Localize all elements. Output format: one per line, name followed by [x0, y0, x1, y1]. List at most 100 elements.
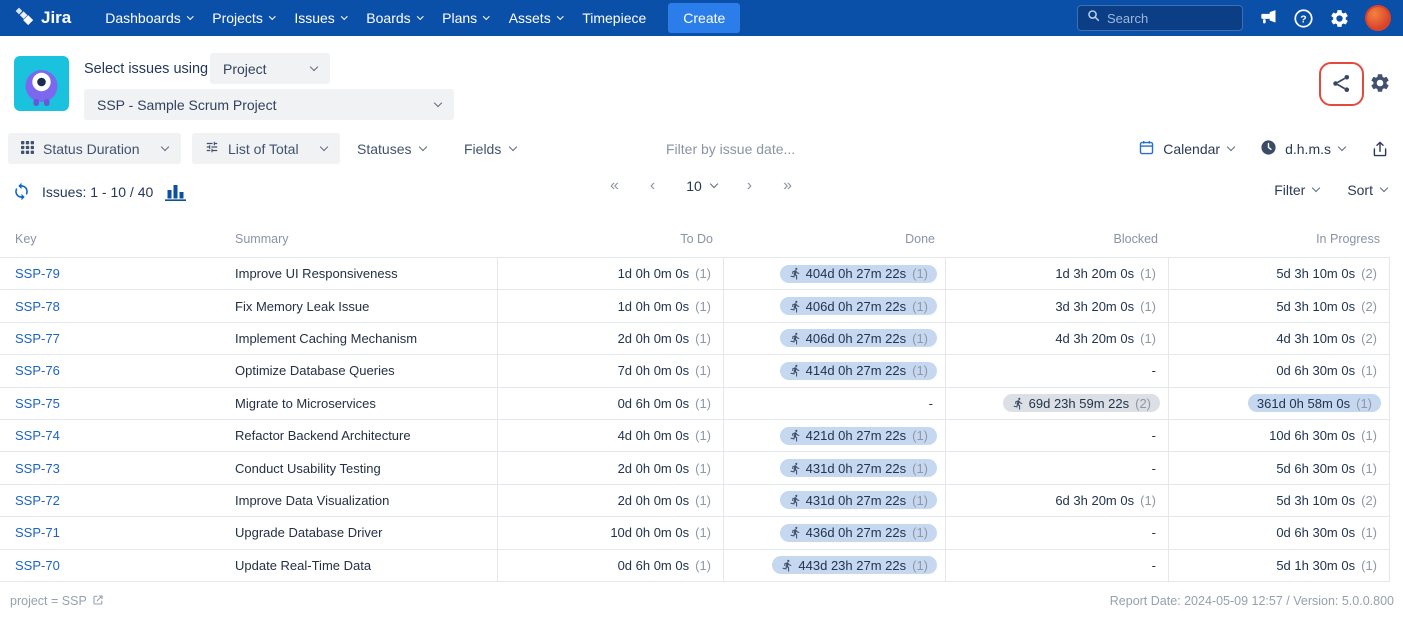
next-page-button[interactable]: › — [747, 177, 753, 195]
gear-icon[interactable] — [1329, 8, 1350, 29]
duration-pill[interactable]: 421d 0h 27m 22s (1) — [780, 427, 937, 445]
fields-select[interactable]: Fields — [464, 133, 516, 164]
search-input[interactable] — [1107, 11, 1233, 26]
duration-pill[interactable]: 404d 0h 27m 22s (1) — [780, 265, 937, 283]
issue-key-link[interactable]: SSP-70 — [15, 558, 60, 573]
duration-pill[interactable]: 69d 23h 59m 22s (2) — [1003, 394, 1160, 412]
share-icon[interactable] — [1330, 72, 1353, 100]
duration-pill: 10d 0h 0m 0s (1) — [606, 524, 715, 542]
nav-item-projects[interactable]: Projects — [212, 10, 274, 26]
jira-logo[interactable]: Jira — [14, 6, 71, 31]
issue-key-link[interactable]: SSP-76 — [15, 363, 60, 378]
nav-item-issues[interactable]: Issues — [294, 10, 346, 26]
duration-pill[interactable]: 361d 0h 58m 0s (1) — [1248, 394, 1381, 412]
duration-text: 443d 23h 27m 22s — [798, 558, 906, 573]
nav-item-boards[interactable]: Boards — [366, 10, 422, 26]
calendar-select[interactable]: Calendar — [1138, 139, 1234, 159]
global-search[interactable] — [1077, 5, 1243, 31]
duration-text: 69d 23h 59m 22s — [1029, 396, 1129, 411]
issue-key-link[interactable]: SSP-78 — [15, 299, 60, 314]
external-link-icon[interactable] — [92, 594, 104, 609]
report-info: Report Date: 2024-05-09 12:57 / Version:… — [1110, 594, 1394, 608]
duration-cell: 361d 0h 58m 0s (1) — [1168, 388, 1390, 419]
duration-pill: 4d 3h 10m 0s (2) — [1272, 329, 1381, 347]
duration-pill: 2d 0h 0m 0s (1) — [614, 491, 715, 509]
duration-count: (1) — [695, 461, 711, 476]
duration-pill[interactable]: 406d 0h 27m 22s (1) — [780, 297, 937, 315]
filter-menu[interactable]: Filter — [1274, 182, 1319, 198]
first-page-button[interactable]: « — [610, 177, 620, 195]
duration-pill: - — [1148, 524, 1160, 542]
sort-menu[interactable]: Sort — [1347, 182, 1387, 198]
duration-text: 421d 0h 27m 22s — [806, 428, 906, 443]
chevron-down-icon — [509, 142, 517, 150]
announcements-megaphone-icon[interactable] — [1258, 8, 1278, 28]
duration-count: (1) — [1356, 396, 1372, 411]
duration-pill[interactable]: 431d 0h 27m 22s (1) — [780, 491, 937, 509]
help-icon[interactable]: ? — [1293, 8, 1314, 29]
nav-item-plans[interactable]: Plans — [442, 10, 489, 26]
issue-key-link[interactable]: SSP-77 — [15, 331, 60, 346]
prev-page-button[interactable]: ‹ — [650, 177, 656, 195]
duration-cell: - — [945, 355, 1168, 386]
duration-cell: 414d 0h 27m 22s (1) — [723, 355, 945, 386]
issue-key-link[interactable]: SSP-71 — [15, 525, 60, 540]
duration-cell: 5d 6h 30m 0s (1) — [1168, 452, 1390, 483]
last-page-button[interactable]: » — [783, 177, 793, 195]
issue-key-link[interactable]: SSP-73 — [15, 461, 60, 476]
statuses-select[interactable]: Statuses — [357, 133, 426, 164]
duration-pill: 7d 0h 0m 0s (1) — [614, 362, 715, 380]
duration-cell: 1d 0h 0m 0s (1) — [497, 258, 723, 289]
duration-pill[interactable]: 443d 23h 27m 22s (1) — [772, 556, 937, 574]
page-size-select[interactable]: 10 — [686, 178, 717, 194]
duration-text: 4d 0h 0m 0s — [618, 428, 690, 443]
duration-pill[interactable]: 431d 0h 27m 22s (1) — [780, 459, 937, 477]
user-avatar[interactable] — [1365, 5, 1391, 31]
duration-count: (1) — [695, 363, 711, 378]
duration-pill: 0d 6h 30m 0s (1) — [1272, 524, 1381, 542]
issue-summary: Implement Caching Mechanism — [230, 331, 497, 346]
runner-icon — [789, 429, 802, 442]
export-icon[interactable] — [1371, 140, 1389, 158]
duration-pill: 5d 3h 10m 0s (2) — [1272, 491, 1381, 509]
runner-icon — [789, 267, 802, 280]
issue-source-select[interactable]: Project — [210, 53, 330, 84]
nav-item-dashboards[interactable]: Dashboards — [105, 10, 192, 26]
nav-item-timepiece[interactable]: Timepiece — [582, 10, 646, 26]
table-row: SSP-78 Fix Memory Leak Issue 1d 0h 0m 0s… — [0, 290, 1390, 322]
duration-count: (1) — [1140, 266, 1156, 281]
duration-text: 5d 3h 10m 0s — [1276, 266, 1355, 281]
issue-summary: Conduct Usability Testing — [230, 461, 497, 476]
report-type-select[interactable]: Status Duration — [8, 133, 181, 164]
nav-item-assets[interactable]: Assets — [509, 10, 563, 26]
issue-date-filter-input[interactable]: Filter by issue date... — [666, 141, 795, 157]
duration-pill[interactable]: 436d 0h 27m 22s (1) — [780, 524, 937, 542]
duration-cell: - — [945, 517, 1168, 548]
duration-cell: 0d 6h 30m 0s (1) — [1168, 355, 1390, 386]
duration-text: 0d 6h 0m 0s — [618, 558, 690, 573]
duration-text: - — [1152, 461, 1156, 476]
report-settings-gear-icon[interactable] — [1369, 72, 1391, 94]
table-row: SSP-70 Update Real-Time Data 0d 6h 0m 0s… — [0, 550, 1390, 582]
issue-summary: Optimize Database Queries — [230, 363, 497, 378]
time-format-select[interactable]: d.h.m.s — [1260, 139, 1345, 159]
duration-cell: 406d 0h 27m 22s (1) — [723, 323, 945, 354]
issue-key-link[interactable]: SSP-72 — [15, 493, 60, 508]
create-button[interactable]: Create — [668, 3, 740, 33]
brand-label: Jira — [41, 8, 71, 28]
duration-text: 1d 3h 20m 0s — [1055, 266, 1134, 281]
duration-pill[interactable]: 414d 0h 27m 22s (1) — [780, 362, 937, 380]
project-select[interactable]: SSP - Sample Scrum Project — [84, 89, 454, 120]
duration-count: (2) — [1361, 493, 1377, 508]
table-row: SSP-79 Improve UI Responsiveness 1d 0h 0… — [0, 258, 1390, 290]
duration-cell: 0d 6h 0m 0s (1) — [497, 550, 723, 581]
issue-key-link[interactable]: SSP-74 — [15, 428, 60, 443]
duration-pill[interactable]: 406d 0h 27m 22s (1) — [780, 329, 937, 347]
issue-selector-section: Select issues using Project SSP - Sample… — [0, 36, 1403, 130]
duration-cell: 421d 0h 27m 22s (1) — [723, 420, 945, 451]
issue-key-link[interactable]: SSP-75 — [15, 396, 60, 411]
list-mode-select[interactable]: List of Total — [192, 133, 340, 164]
issue-key-link[interactable]: SSP-79 — [15, 266, 60, 281]
duration-text: 5d 3h 10m 0s — [1276, 299, 1355, 314]
column-header-blocked: Blocked — [945, 232, 1168, 246]
